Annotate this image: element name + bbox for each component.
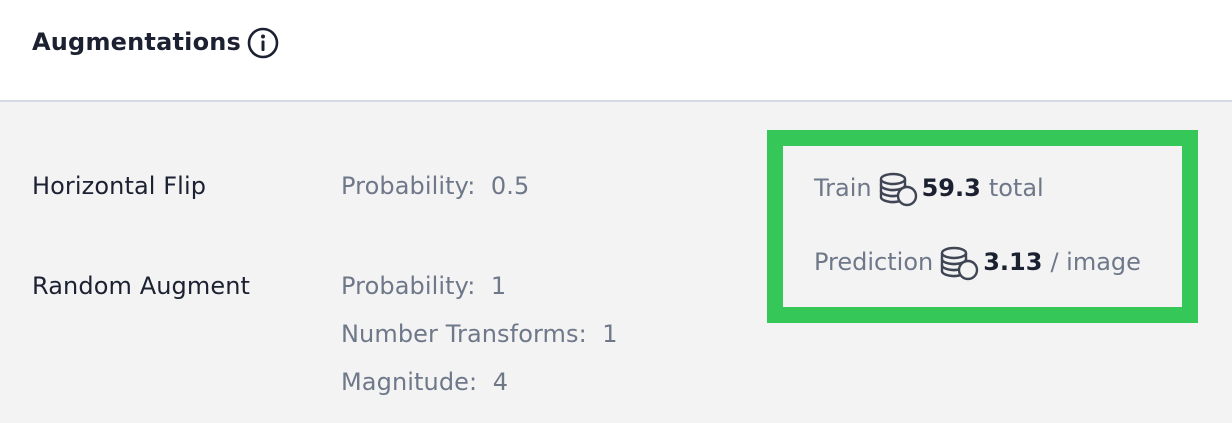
train-cost-value: 59.3: [921, 174, 981, 202]
augmentation-name: Horizontal Flip: [32, 172, 207, 200]
prediction-cost-value: 3.13: [983, 248, 1043, 276]
train-cost-unit: total: [988, 174, 1044, 202]
section-title: Augmentations: [32, 28, 242, 56]
augmentation-param: Magnitude: 4: [341, 368, 509, 396]
augmentation-param: Probability: 1: [341, 272, 507, 300]
augmentation-param: Number Transforms: 1: [341, 320, 618, 348]
info-icon[interactable]: [247, 27, 279, 59]
augmentation-name: Random Augment: [32, 272, 251, 300]
train-cost-label: Train: [814, 174, 872, 202]
prediction-cost-row: Prediction 3.13 / image: [814, 242, 1141, 282]
train-cost-row: Train 59.3 total: [814, 168, 1044, 208]
coins-icon: [941, 246, 979, 281]
prediction-cost-label: Prediction: [814, 248, 934, 276]
coins-icon: [879, 172, 917, 207]
prediction-cost-unit: / image: [1050, 248, 1141, 276]
augmentation-param: Probability: 0.5: [341, 172, 530, 200]
cost-highlight-box: Train 59.3 total Prediction 3.13 / image: [767, 130, 1198, 323]
section-header: Augmentations: [0, 0, 1232, 102]
